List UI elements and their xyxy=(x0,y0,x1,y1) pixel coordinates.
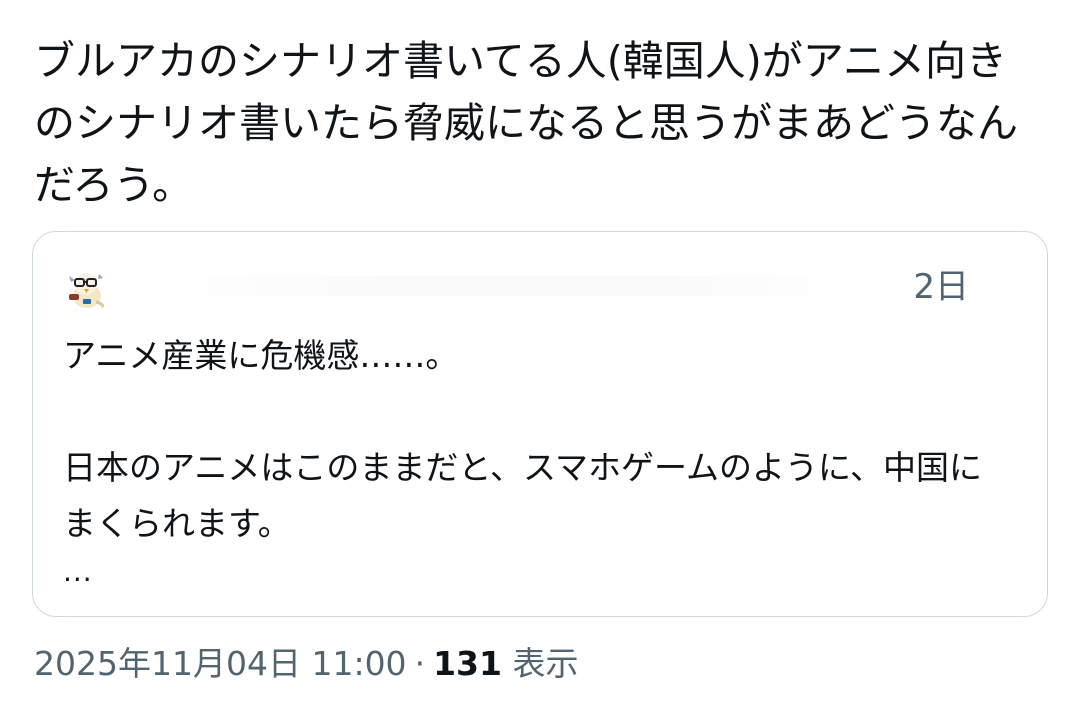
quoted-tweet-line: 日本のアニメはこのままだと、スマホゲームのように、中国にまくられます。 xyxy=(63,448,983,543)
quoted-tweet-line: アニメ産業に危機感……。 xyxy=(63,336,459,375)
truncation-ellipsis: ... xyxy=(63,555,93,588)
tweet-metadata: 2025年11月04日 11:00 · 131 表示 xyxy=(34,642,578,686)
quoted-tweet-body: アニメ産業に危機感……。 日本のアニメはこのままだと、スマホゲームのように、中国… xyxy=(63,328,1013,592)
meta-separator: · xyxy=(414,644,426,683)
cartoon-bird-avatar-icon[interactable] xyxy=(61,264,111,314)
quoted-tweet-header: 2日 xyxy=(61,262,1021,314)
views-count[interactable]: 131 xyxy=(433,644,502,683)
quoted-tweet-card[interactable]: 2日 アニメ産業に危機感……。 日本のアニメはこのままだと、スマホゲームのように… xyxy=(32,231,1048,617)
quoted-tweet-time[interactable]: 2日 xyxy=(913,267,969,307)
tweet-timestamp[interactable]: 2025年11月04日 11:00 xyxy=(34,644,407,683)
views-label: 表示 xyxy=(512,644,579,683)
redacted-author-name xyxy=(127,276,867,296)
tweet-text: ブルアカのシナリオ書いてる人(韓国人)がアニメ向きのシナリオ書いたら脅威になると… xyxy=(34,37,1018,209)
